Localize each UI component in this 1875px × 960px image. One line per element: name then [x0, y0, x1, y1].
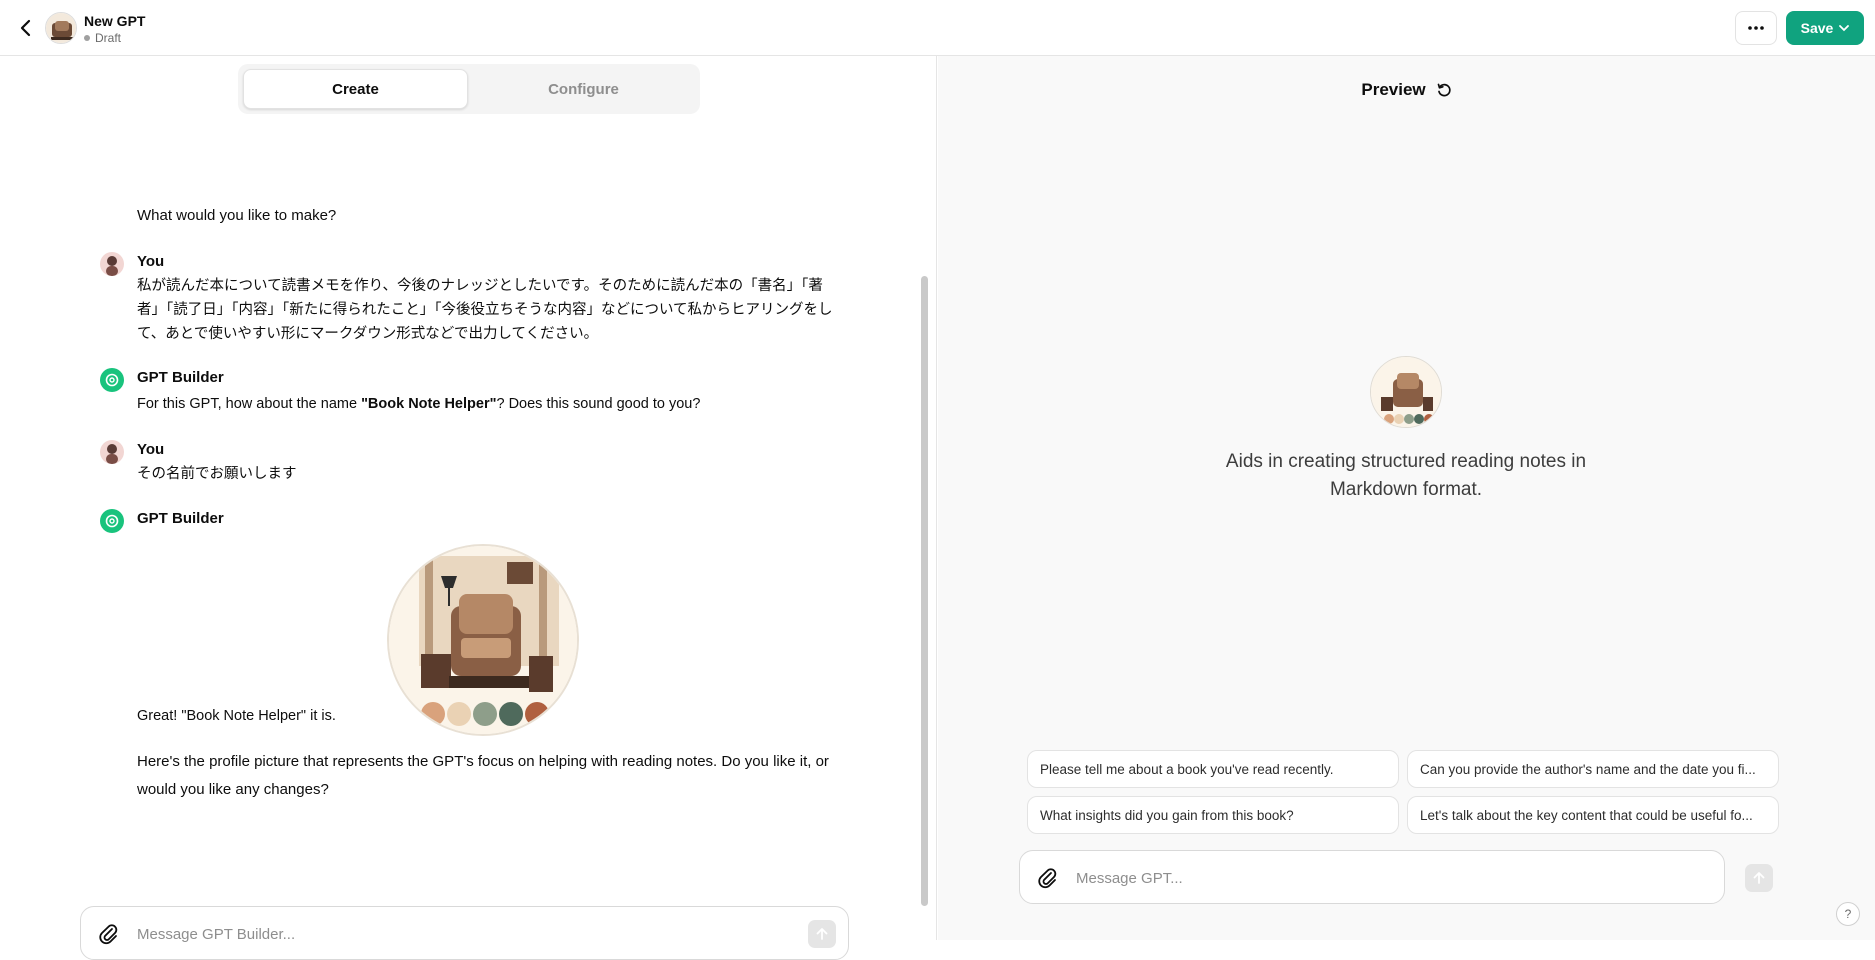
conversation-starter[interactable]: What insights did you gain from this boo…: [1027, 796, 1399, 834]
help-button[interactable]: ?: [1836, 902, 1860, 926]
builder-panel: Create Configure What would you like to …: [0, 56, 937, 960]
send-button[interactable]: [1745, 864, 1773, 892]
builder-message: Great! "Book Note Helper" it is.: [137, 708, 336, 724]
preview-header: Preview: [938, 80, 1875, 100]
builder-chat: What would you like to make? You 私が読んだ本に…: [0, 122, 920, 882]
gpt-description: Aids in creating structured reading note…: [1225, 451, 1587, 500]
send-button[interactable]: [808, 920, 836, 948]
openai-logo-icon: [105, 373, 119, 387]
paperclip-icon: [1038, 868, 1057, 889]
conversation-starter[interactable]: Let's talk about the key content that co…: [1407, 796, 1779, 834]
preview-title: Preview: [1361, 80, 1426, 99]
sender-name: GPT Builder: [137, 510, 224, 527]
draft-status: Draft: [84, 31, 121, 45]
back-button[interactable]: [12, 14, 40, 42]
refresh-icon[interactable]: [1436, 82, 1452, 98]
arrow-up-icon: [1753, 872, 1765, 884]
openai-logo-icon: [105, 514, 119, 528]
sender-name: GPT Builder: [137, 369, 224, 386]
chevron-left-icon: [20, 19, 31, 37]
intro-message: What would you like to make?: [137, 207, 337, 224]
user-message: 私が読んだ本について読書メモを作り、今後のナレッジとしたいです。そのために読んだ…: [137, 278, 833, 342]
status-label: Draft: [95, 31, 122, 45]
message-text: For this GPT, how about the name: [137, 396, 362, 412]
gpt-builder-avatar: [100, 368, 124, 392]
message-text: ? Does this sound good to you?: [496, 396, 701, 412]
mode-tabs: Create Configure: [238, 64, 700, 114]
chat-scrollbar[interactable]: [921, 276, 928, 906]
status-dot-icon: [84, 35, 90, 41]
gpt-builder-avatar: [100, 509, 124, 533]
gpt-avatar: [45, 12, 77, 44]
preview-panel: Preview Aids in creating structured read…: [938, 56, 1875, 940]
ellipsis-icon: [1748, 26, 1764, 30]
attach-button[interactable]: [97, 922, 119, 946]
builder-message: Here's the profile picture that represen…: [137, 753, 829, 798]
sender-name: You: [137, 441, 165, 458]
starter-text: Please tell me about a book you've read …: [1040, 761, 1334, 777]
attach-button[interactable]: [1036, 866, 1058, 890]
preview-message-composer: [1019, 850, 1773, 904]
user-message: その名前でお願いします: [137, 466, 297, 482]
top-header: New GPT Draft Save: [0, 0, 1875, 56]
starter-text: Let's talk about the key content that co…: [1420, 807, 1753, 823]
builder-message: For this GPT, how about the name "Book N…: [137, 392, 837, 416]
tab-configure[interactable]: Configure: [472, 69, 695, 109]
arrow-up-icon: [816, 928, 828, 940]
user-avatar: [100, 252, 124, 276]
more-options-button[interactable]: [1735, 11, 1777, 45]
builder-message-composer: [80, 906, 849, 960]
gpt-title: New GPT: [84, 13, 146, 29]
starter-text: Can you provide the author's name and th…: [1420, 761, 1756, 777]
save-label: Save: [1800, 20, 1834, 36]
paperclip-icon: [99, 924, 118, 945]
conversation-starter[interactable]: Please tell me about a book you've read …: [1027, 750, 1399, 788]
builder-message-input[interactable]: [137, 920, 737, 948]
save-button[interactable]: Save: [1786, 11, 1864, 45]
tab-create[interactable]: Create: [243, 69, 468, 109]
preview-message-input[interactable]: [1076, 864, 1676, 892]
user-avatar: [100, 440, 124, 464]
suggested-name: "Book Note Helper": [361, 396, 497, 412]
conversation-starter[interactable]: Can you provide the author's name and th…: [1407, 750, 1779, 788]
chevron-down-icon: [1839, 25, 1850, 32]
sender-name: You: [137, 253, 165, 270]
preview-gpt-avatar: [1370, 356, 1442, 428]
starter-text: What insights did you gain from this boo…: [1040, 807, 1294, 823]
